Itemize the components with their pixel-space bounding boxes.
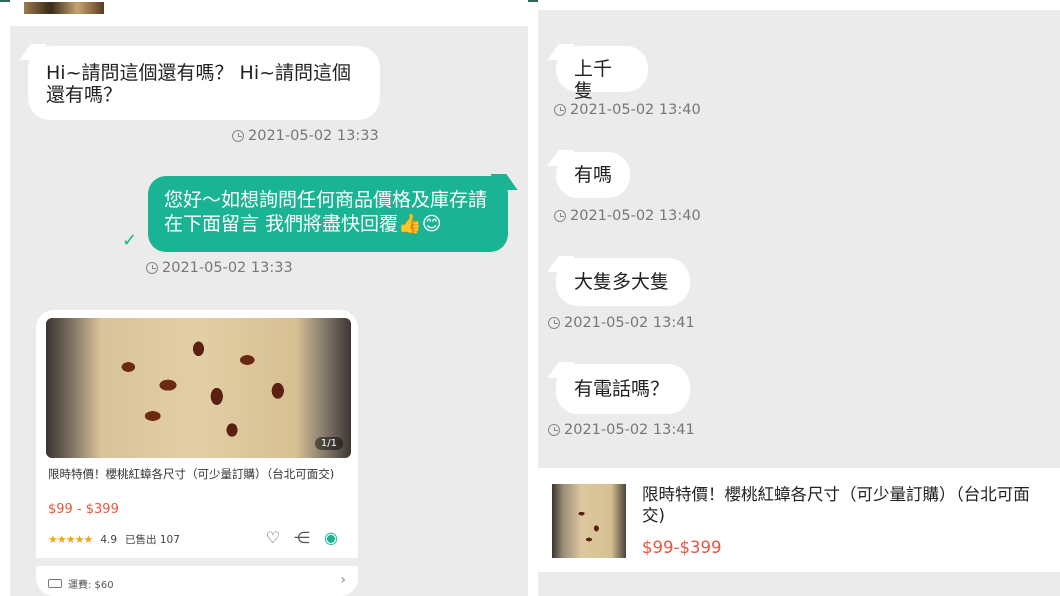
share-icon[interactable]: ⋲ (294, 528, 310, 547)
sold-count: 已售出 107 (125, 534, 180, 546)
clock-icon (548, 424, 560, 436)
clock-icon (548, 317, 560, 329)
incoming-message-bubble[interactable]: 有電話嗎？ (556, 364, 690, 414)
right-top-strip (538, 0, 1060, 10)
chat-icon[interactable]: ◉ (324, 528, 338, 547)
image-count-badge: 1/1 (314, 437, 343, 450)
product-meta: ★★★★★ 4.9 已售出 107 (48, 532, 180, 547)
product-thumbnail[interactable] (552, 484, 626, 558)
shipping-fee: 運費: $60 (68, 580, 114, 591)
heart-icon[interactable]: ♡ (266, 528, 280, 547)
timestamp-text: 2021-05-02 13:33 (162, 260, 293, 276)
card-divider (36, 558, 358, 566)
rating-value: 4.9 (100, 533, 118, 546)
clock-icon (554, 210, 566, 222)
message-text: 大隻多大隻 (574, 271, 670, 293)
chevron-right-icon[interactable]: › (340, 572, 346, 588)
left-top-strip (10, 0, 528, 26)
message-timestamp: 2021-05-02 13:33 (232, 128, 379, 144)
product-preview-row[interactable]: 限時特價！櫻桃紅蟑各尺寸（可少量訂購）（台北可面交) $99-$399 (538, 468, 1060, 572)
incoming-message-bubble[interactable]: 大隻多大隻 (556, 258, 690, 306)
outgoing-message-bubble[interactable]: 您好～如想詢問任何商品價格及庫存請在下面留言 我們將盡快回覆👍😊 (148, 176, 508, 252)
left-chat-panel[interactable]: Hi~請問這個還有嗎？ Hi~請問這個還有嗎？ 2021-05-02 13:33… (10, 0, 528, 596)
message-timestamp: 2021-05-02 13:41 (548, 315, 695, 331)
message-timestamp: 2021-05-02 13:41 (548, 422, 695, 438)
timestamp-text: 2021-05-02 13:40 (570, 208, 701, 224)
message-text: 有電話嗎？ (574, 378, 670, 400)
cropped-thumbnail (24, 2, 104, 14)
message-timestamp: 2021-05-02 13:40 (554, 208, 701, 224)
incoming-message-bubble[interactable]: 有嗎 (556, 152, 630, 198)
message-text: 上千隻 (574, 58, 613, 102)
right-bottom-strip (538, 586, 1060, 596)
card-actions: ♡ ⋲ ◉ (266, 528, 338, 547)
product-image[interactable]: 1/1 (46, 318, 351, 458)
message-text: 您好～如想詢問任何商品價格及庫存請在下面留言 我們將盡快回覆👍😊 (164, 189, 488, 235)
clock-icon (232, 130, 244, 142)
product-title: 限時特價！櫻桃紅蟑各尺寸（可少量訂購）（台北可面交) (642, 485, 1030, 525)
timestamp-text: 2021-05-02 13:41 (564, 422, 695, 438)
product-card[interactable]: 1/1 限時特價！櫻桃紅蟑各尺寸（可少量訂購）（台北可面交) $99 - $39… (36, 310, 358, 596)
message-text: 有嗎 (574, 164, 613, 186)
message-timestamp: 2021-05-02 13:40 (554, 102, 701, 118)
timestamp-text: 2021-05-02 13:41 (564, 315, 695, 331)
product-price: $99 - $399 (48, 502, 119, 517)
right-chat-panel[interactable]: 上千隻 2021-05-02 13:40 有嗎 2021-05-02 13:40… (538, 0, 1060, 596)
clock-icon (146, 262, 158, 274)
timestamp-text: 2021-05-02 13:33 (248, 128, 379, 144)
screenshot-frame: Hi~請問這個還有嗎？ Hi~請問這個還有嗎？ 2021-05-02 13:33… (0, 0, 1060, 596)
truck-icon (48, 579, 62, 588)
message-text: Hi~請問這個還有嗎？ Hi~請問這個還有嗎？ (46, 62, 352, 106)
incoming-message-bubble[interactable]: 上千隻 (556, 46, 648, 102)
timestamp-text: 2021-05-02 13:40 (570, 102, 701, 118)
incoming-message-bubble[interactable]: Hi~請問這個還有嗎？ Hi~請問這個還有嗎？ (28, 46, 380, 120)
product-title: 限時特價！櫻桃紅蟑各尺寸（可少量訂購）（台北可面交) (48, 467, 335, 481)
check-icon: ✓ (122, 230, 138, 251)
product-price: $99-$399 (642, 538, 722, 557)
rating-stars: ★★★★★ (48, 533, 93, 546)
clock-icon (554, 104, 566, 116)
message-timestamp: 2021-05-02 13:33 (146, 260, 293, 276)
shipping-row[interactable]: 運費: $60 (48, 576, 114, 591)
